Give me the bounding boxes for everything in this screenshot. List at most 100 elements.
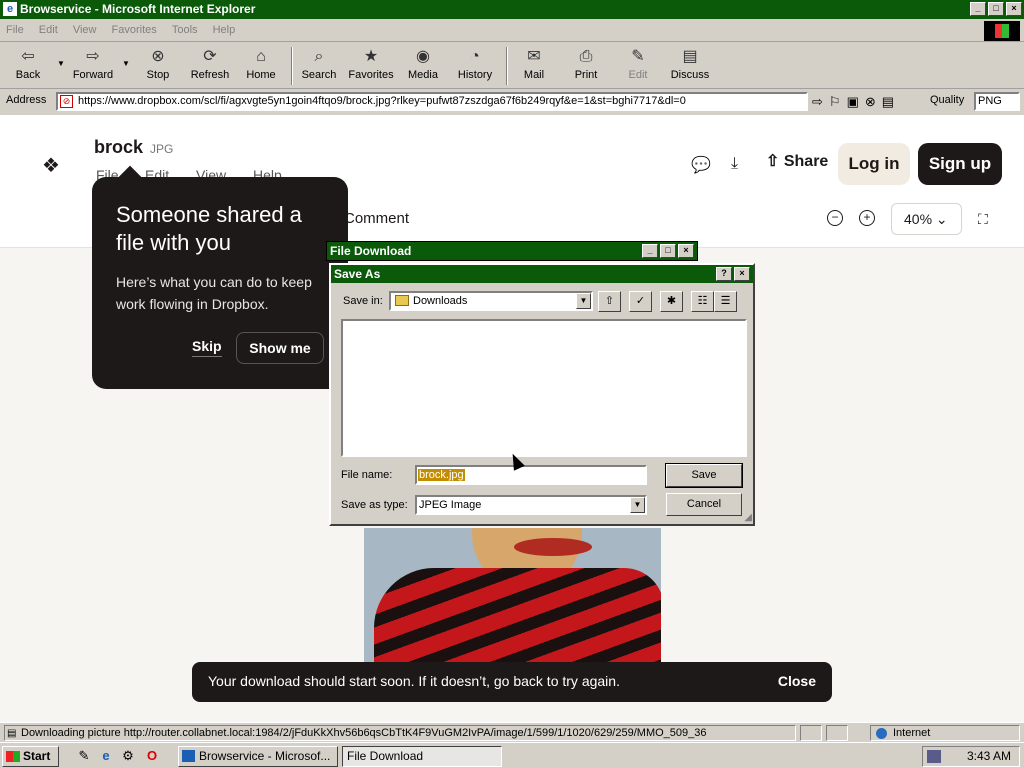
menu-file[interactable]: File [0, 20, 30, 40]
file-list[interactable] [341, 319, 747, 457]
resize-grip-icon[interactable]: ◢ [744, 512, 752, 523]
help-button[interactable]: ? [716, 267, 732, 281]
popup-body: Here’s what you can do to keep work flow… [116, 274, 312, 312]
cancel-button[interactable]: Cancel [666, 493, 742, 516]
snackbar-text: Your download should start soon. If it d… [208, 673, 620, 689]
taskbar-file-download[interactable]: File Download [342, 746, 502, 767]
dropbox-logo-icon[interactable]: ❖ [42, 153, 60, 178]
popup-title: Someone shared a file with you [116, 202, 302, 255]
skip-button[interactable]: Skip [192, 338, 222, 357]
zoom-out-icon[interactable]: − [827, 210, 843, 226]
address-label: Address [6, 94, 47, 106]
save-as-title[interactable]: Save As [331, 265, 753, 283]
onboarding-popup: Someone shared a file with you Here’s wh… [92, 177, 348, 389]
history-button[interactable]: ◔ History [454, 47, 496, 87]
address-url: https://www.dropbox.com/scl/fi/agxvgte5y… [78, 95, 686, 107]
menu-tools[interactable]: Tools [166, 20, 204, 40]
chevron-down-icon[interactable]: ▼ [630, 497, 645, 513]
fd-close-button[interactable]: × [678, 244, 694, 258]
tray-app-icon[interactable] [927, 750, 941, 763]
back-button[interactable]: ⇦ Back [10, 47, 46, 87]
clipboard-icon[interactable]: ▤ [882, 94, 900, 109]
up-folder-icon[interactable]: ⇧ [598, 291, 621, 312]
save-type-select[interactable]: JPEG Image ▼ [415, 495, 647, 515]
address-bar: Address ⊘ https://www.dropbox.com/scl/fi… [0, 90, 1024, 113]
menu-help[interactable]: Help [207, 20, 242, 40]
mail-icon: ✉ [527, 48, 541, 65]
show-me-button[interactable]: Show me [236, 332, 324, 364]
show-desktop-icon[interactable]: ✎ [76, 748, 92, 764]
media-button[interactable]: ◉ Media [404, 47, 442, 87]
snackbar-close-button[interactable]: Close [778, 673, 816, 689]
save-button[interactable]: Save [665, 463, 743, 488]
ie-quicklaunch-icon[interactable]: e [98, 748, 114, 764]
file-download-dialog: File Download _ □ × [326, 241, 698, 261]
favorites-icon: ★ [363, 48, 379, 65]
share-button[interactable]: ⇧ Share [766, 151, 828, 171]
file-name-input[interactable]: brock.jpg [415, 465, 647, 485]
start-button[interactable]: Start [2, 746, 59, 767]
discuss-button[interactable]: ▤ Discuss [668, 47, 712, 87]
edit-button[interactable]: ✎ Edit [620, 47, 656, 87]
save-as-close-button[interactable]: × [734, 267, 750, 281]
status-text: ▤ Downloading picture http://router.coll… [4, 725, 796, 741]
toolbar-divider [291, 47, 293, 85]
print-button[interactable]: ⎙ Print [568, 47, 604, 87]
back-dropdown-icon[interactable]: ▼ [57, 59, 65, 68]
comment-icon[interactable]: 💬 [691, 155, 711, 175]
system-tray: 3:43 AM [922, 746, 1020, 767]
menu-view[interactable]: View [67, 20, 103, 40]
mail-button[interactable]: ✉ Mail [516, 47, 552, 87]
forward-dropdown-icon[interactable]: ▼ [122, 59, 130, 68]
screenshot-icon[interactable]: ▣ [847, 94, 865, 109]
toolbar-divider [506, 47, 508, 85]
status-bar: ▤ Downloading picture http://router.coll… [0, 722, 1024, 742]
save-type-label: Save as type: [341, 499, 408, 511]
desktop-icon[interactable]: ✓ [629, 291, 652, 312]
bookmark-icon[interactable]: ⚐ [829, 94, 847, 109]
discuss-icon: ▤ [682, 48, 698, 65]
minimize-button[interactable]: _ [970, 2, 986, 16]
close-button[interactable]: × [1006, 2, 1022, 16]
address-input[interactable]: ⊘ https://www.dropbox.com/scl/fi/agxvgte… [56, 92, 808, 111]
fullscreen-icon[interactable]: ⛶ [978, 211, 988, 228]
download-icon[interactable]: ⤓ [731, 155, 738, 173]
windows-logo-icon [984, 21, 1020, 41]
save-in-select[interactable]: Downloads ▼ [389, 291, 593, 311]
new-folder-icon[interactable]: ✱ [660, 291, 683, 312]
stop-button[interactable]: ⊗ Stop [140, 47, 176, 87]
ie-icon: e [3, 2, 17, 16]
search-button[interactable]: ⌕ Search [300, 47, 338, 87]
history-icon: ◔ [470, 48, 480, 65]
file-title: brock [94, 137, 144, 157]
file-extension: JPG [150, 142, 174, 156]
login-button[interactable]: Log in [838, 143, 910, 185]
fd-maximize-button[interactable]: □ [660, 244, 676, 258]
menu-favorites[interactable]: Favorites [106, 20, 163, 40]
home-button[interactable]: ⌂ Home [243, 47, 279, 87]
refresh-button[interactable]: ⟳ Refresh [188, 47, 232, 87]
chevron-down-icon: ⌄ [935, 211, 948, 227]
opera-icon[interactable]: O [144, 748, 160, 764]
ie-task-icon [182, 750, 195, 762]
details-view-icon[interactable]: ☰ [714, 291, 737, 312]
fd-minimize-button[interactable]: _ [642, 244, 658, 258]
zoom-in-icon[interactable]: + [859, 210, 875, 226]
menu-edit[interactable]: Edit [33, 20, 64, 40]
window-title-bar[interactable]: e Browservice - Microsoft Internet Explo… [0, 0, 1024, 19]
go-arrow-icon[interactable]: ⇨ [812, 94, 829, 109]
quality-select[interactable]: PNG [974, 92, 1020, 111]
comment-button[interactable]: Comment [344, 210, 409, 227]
favorites-button[interactable]: ★ Favorites [346, 47, 396, 87]
home-icon: ⌂ [256, 48, 266, 65]
forward-button[interactable]: ⇨ Forward [70, 47, 116, 87]
maximize-button[interactable]: □ [988, 2, 1004, 16]
binoculars-icon[interactable]: ⊗ [865, 94, 882, 109]
list-view-icon[interactable]: ☷ [691, 291, 714, 312]
taskbar-browservice[interactable]: Browservice - Microsof... [178, 746, 338, 767]
chevron-down-icon[interactable]: ▼ [576, 293, 591, 309]
signup-button[interactable]: Sign up [918, 143, 1002, 185]
zoom-select[interactable]: 40% ⌄ [891, 203, 962, 235]
network-icon[interactable]: ⚙ [120, 748, 136, 764]
address-tools: ⇨⚐▣⊗▤ [812, 94, 900, 110]
